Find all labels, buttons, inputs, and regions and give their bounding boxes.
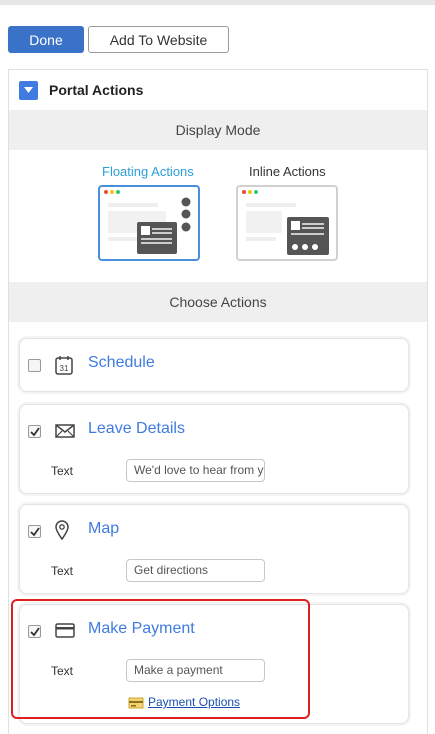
collapse-toggle[interactable] — [19, 81, 38, 100]
action-card-leave-details: Leave Details Text We'd love to hear fro… — [19, 404, 409, 494]
floating-actions-label[interactable]: Floating Actions — [102, 164, 194, 179]
leave-details-checkbox[interactable] — [28, 425, 41, 438]
calendar-icon: 31 — [55, 356, 73, 375]
inline-actions-label[interactable]: Inline Actions — [249, 164, 326, 179]
caret-down-icon — [24, 87, 33, 93]
add-to-website-button[interactable]: Add To Website — [88, 26, 229, 53]
map-title[interactable]: Map — [88, 520, 119, 538]
action-card-schedule: 31 Schedule — [19, 338, 409, 392]
inline-layout-illustration — [246, 203, 329, 255]
leave-details-text-input[interactable]: We'd love to hear from y — [126, 459, 265, 482]
schedule-checkbox[interactable] — [28, 359, 41, 372]
choose-actions-heading: Choose Actions — [9, 282, 427, 322]
schedule-title[interactable]: Schedule — [88, 354, 155, 372]
highlight-box — [11, 599, 310, 719]
floating-actions-thumbnail[interactable] — [98, 185, 200, 261]
envelope-icon — [55, 424, 75, 438]
inline-actions-thumbnail[interactable] — [236, 185, 338, 261]
done-button[interactable]: Done — [8, 26, 84, 53]
top-divider — [0, 0, 435, 5]
map-text-input[interactable]: Get directions — [126, 559, 265, 582]
map-text-label: Text — [51, 564, 74, 578]
leave-details-title[interactable]: Leave Details — [88, 420, 185, 438]
display-mode-heading: Display Mode — [9, 110, 427, 150]
action-card-map: Map Text Get directions — [19, 504, 409, 594]
panel-header[interactable]: Portal Actions — [9, 70, 427, 110]
calendar-day: 31 — [60, 364, 69, 373]
floating-layout-illustration — [108, 197, 191, 254]
leave-details-text-label: Text — [51, 464, 74, 478]
map-checkbox[interactable] — [28, 525, 41, 538]
map-pin-icon — [55, 520, 69, 540]
panel-title: Portal Actions — [49, 82, 144, 98]
